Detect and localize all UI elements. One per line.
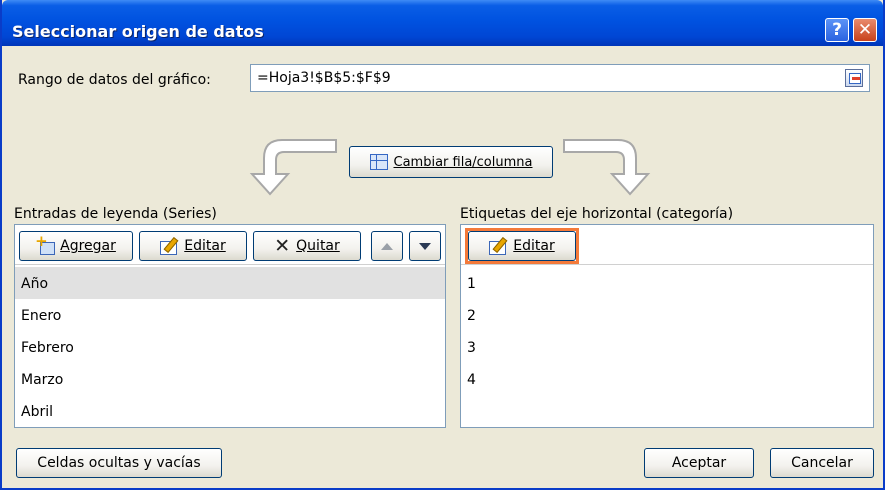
arrow-up-icon [381, 242, 393, 250]
switch-row-column-button[interactable]: Cambiar fila/columna [349, 146, 553, 178]
cancel-label: Cancelar [791, 455, 853, 471]
add-icon [35, 232, 56, 255]
ok-label: Aceptar [671, 455, 727, 471]
move-down-button[interactable] [409, 231, 441, 261]
arrow-left-icon [249, 139, 337, 196]
axis-labels-label: Etiquetas del eje horizontal (categoría) [460, 206, 734, 222]
edit-series-button[interactable]: Editar [139, 231, 247, 261]
list-item[interactable]: 4 [461, 363, 873, 395]
legend-entries-panel: Agregar Editar ✕ Quitar Año Enero Febrer… [14, 224, 446, 428]
range-selector-icon[interactable] [845, 69, 863, 87]
chart-data-range-label: Rango de datos del gráfico: [18, 72, 211, 88]
ok-button[interactable]: Aceptar [644, 448, 754, 478]
axis-labels-panel: Editar 1 2 3 4 [460, 224, 874, 428]
arrow-right-icon [563, 139, 651, 196]
switch-row-column-icon [369, 154, 388, 170]
legend-entries-label: Entradas de leyenda (Series) [14, 206, 217, 222]
hidden-empty-cells-label: Celdas ocultas y vacías [37, 455, 201, 471]
arrow-down-icon [419, 242, 431, 250]
chart-data-range-value: =Hoja3!$B$5:$F$9 [257, 70, 391, 86]
list-item[interactable]: Enero [15, 299, 445, 331]
list-item[interactable]: Febrero [15, 331, 445, 363]
list-item[interactable]: 1 [461, 267, 873, 299]
hidden-empty-cells-button[interactable]: Celdas ocultas y vacías [16, 448, 222, 478]
list-item[interactable]: Marzo [15, 363, 445, 395]
remove-series-label: Quitar [296, 238, 340, 254]
add-series-label: Agregar [60, 238, 116, 254]
close-icon[interactable]: ✕ [853, 18, 877, 42]
switch-row-column-label: Cambiar fila/columna [393, 154, 533, 170]
edit-icon [160, 238, 178, 255]
titlebar[interactable]: Seleccionar origen de datos ? ✕ [2, 0, 883, 46]
move-up-button[interactable] [371, 231, 403, 261]
legend-toolbar: Agregar Editar ✕ Quitar [15, 225, 445, 265]
dialog-title: Seleccionar origen de datos [12, 22, 264, 41]
chart-data-range-input[interactable]: =Hoja3!$B$5:$F$9 [250, 64, 870, 92]
cancel-button[interactable]: Cancelar [770, 448, 874, 478]
add-series-button[interactable]: Agregar [19, 231, 133, 261]
edit-series-label: Editar [184, 238, 226, 254]
list-item[interactable]: 3 [461, 331, 873, 363]
list-item[interactable]: Abril [15, 395, 445, 427]
select-data-source-dialog: Seleccionar origen de datos ? ✕ Rango de… [0, 0, 885, 490]
remove-icon: ✕ [274, 234, 291, 257]
list-item[interactable]: 2 [461, 299, 873, 331]
remove-series-button[interactable]: ✕ Quitar [253, 231, 361, 261]
axis-labels-list: 1 2 3 4 [461, 267, 873, 395]
edit-button-highlight [465, 228, 579, 264]
help-icon[interactable]: ? [825, 18, 849, 42]
list-item[interactable]: Año [15, 267, 445, 299]
legend-series-list: Año Enero Febrero Marzo Abril [15, 267, 445, 427]
axis-toolbar: Editar [461, 225, 873, 265]
